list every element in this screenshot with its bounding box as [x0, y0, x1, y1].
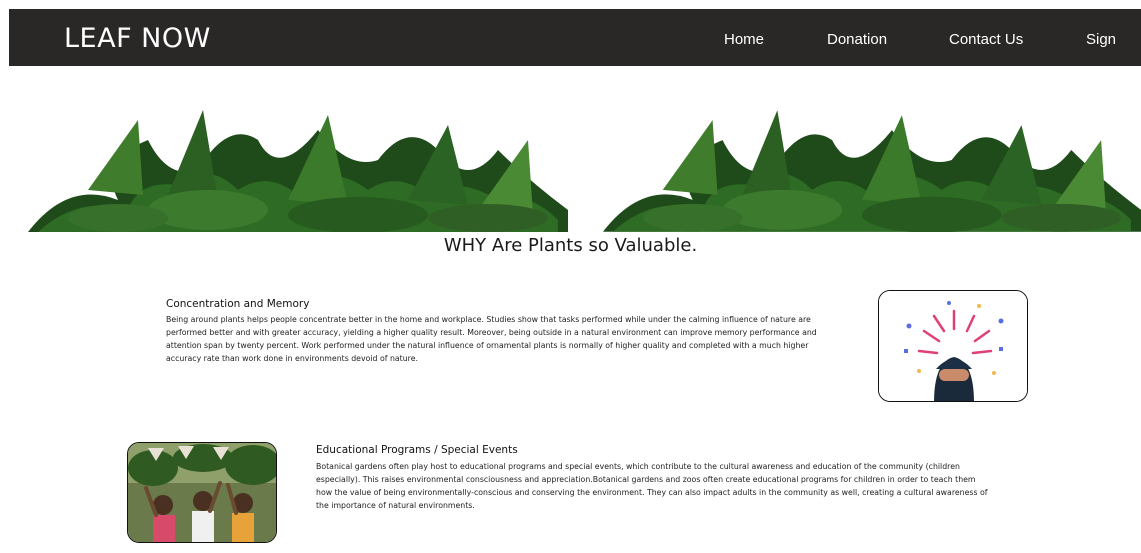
illustration-image [878, 290, 1028, 402]
card-title-educational: Educational Programs / Special Events [316, 444, 518, 456]
nav-sign[interactable]: Sign [1086, 31, 1116, 48]
card-title-concentration: Concentration and Memory [166, 298, 310, 310]
nav-home[interactable]: Home [724, 31, 764, 48]
children-photo-image [127, 442, 277, 543]
card-body-educational: Botanical gardens often play host to edu… [316, 462, 988, 510]
brand-logo[interactable]: LEAF NOW [64, 23, 211, 54]
section-title: WHY Are Plants so Valuable. [443, 235, 698, 256]
nav-donation[interactable]: Donation [827, 31, 887, 48]
plants-image-right [603, 110, 1141, 232]
card-body-concentration: Being around plants helps people concent… [166, 315, 817, 363]
header-navbar: LEAF NOW Home Donation Contact Us Sign [9, 9, 1141, 66]
plants-image-left [28, 110, 568, 232]
hero-banner [28, 100, 1141, 232]
nav-contact-us[interactable]: Contact Us [949, 31, 1023, 48]
